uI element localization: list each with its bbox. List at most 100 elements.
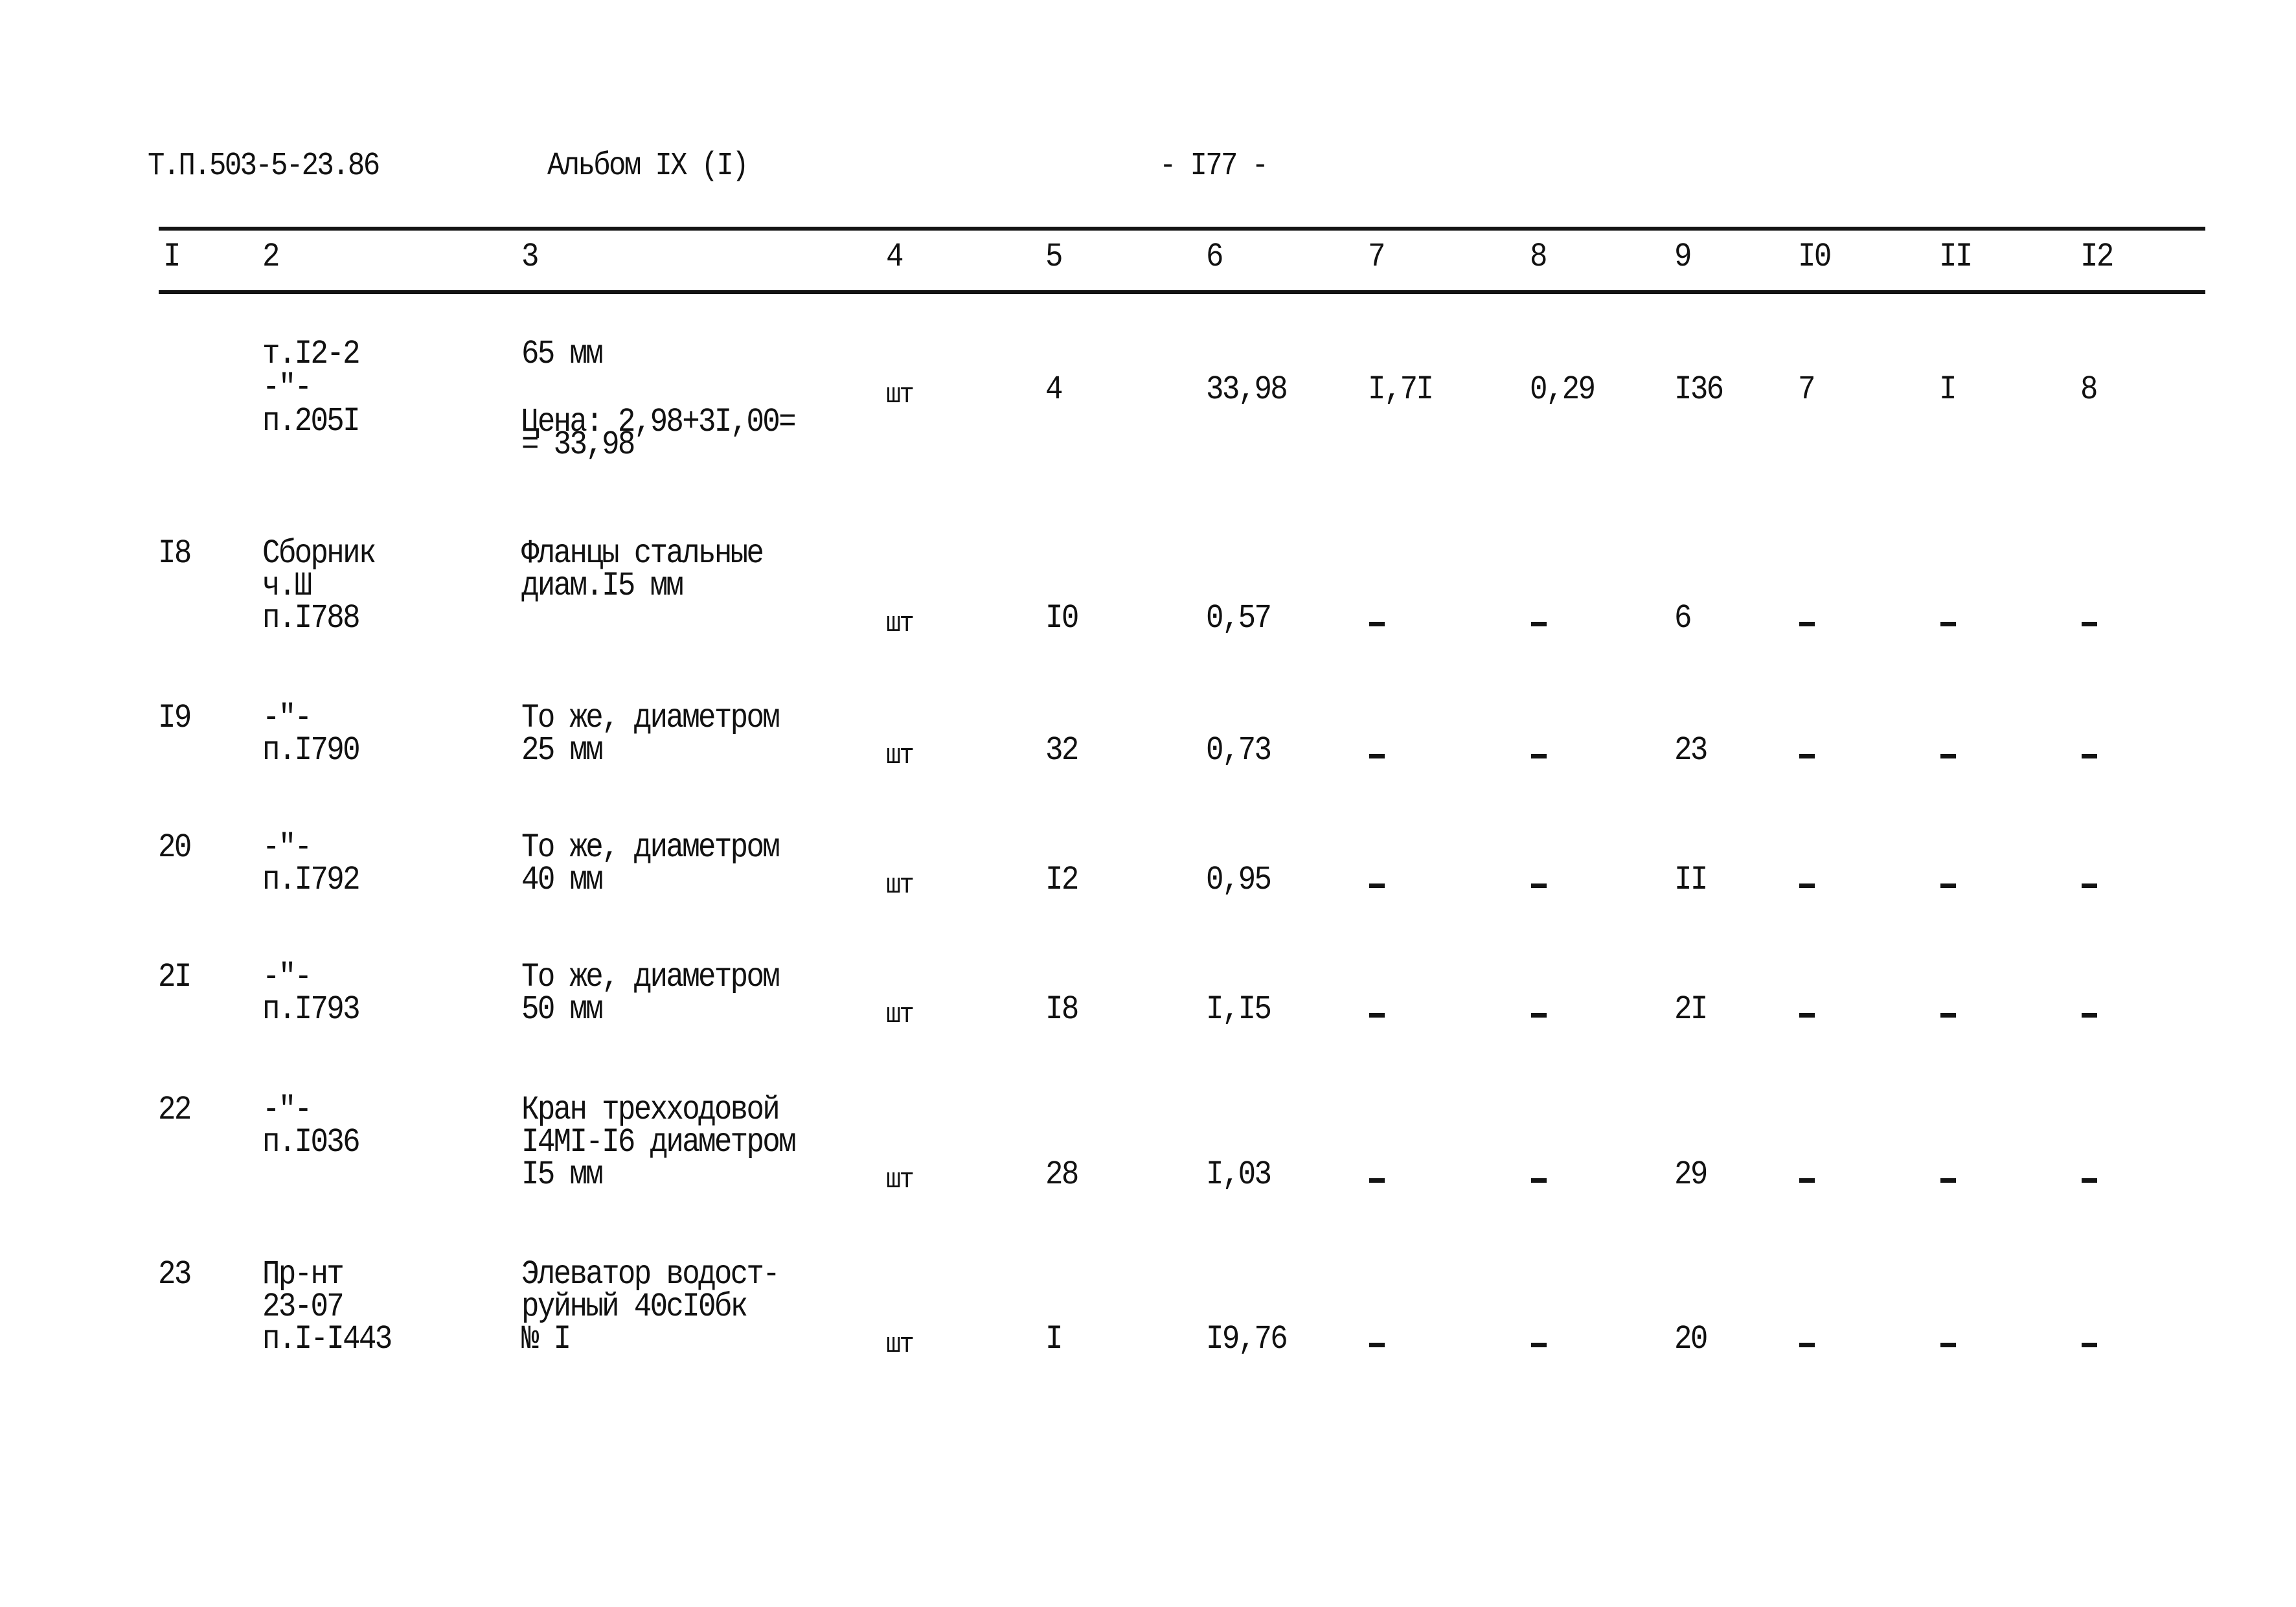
quantity-cell: 4	[1045, 370, 1063, 409]
unit-cell: шт	[886, 999, 915, 1031]
description-line: То же, диаметром	[521, 828, 780, 867]
column-header: 5	[1045, 238, 1063, 276]
description-line: диам.I5 мм	[521, 567, 684, 605]
column-header: I	[163, 238, 181, 276]
col12-cell-dash	[2082, 754, 2097, 758]
col10-cell-dash	[1799, 883, 1815, 888]
description-line: То же, диаметром	[521, 958, 780, 996]
col9-cell: 6	[1674, 599, 1692, 637]
price-cell: 0,95	[1206, 861, 1272, 899]
col7-cell-dash	[1369, 1343, 1385, 1347]
col8-cell-dash	[1531, 883, 1547, 888]
description-line: 65 мм	[521, 335, 604, 373]
col7-cell-dash	[1369, 1178, 1385, 1183]
col11-cell-dash	[1940, 1178, 1956, 1183]
source-reference-line: п.I036	[262, 1123, 361, 1161]
quantity-cell: I	[1045, 1320, 1063, 1358]
col9-cell: 29	[1674, 1156, 1708, 1194]
row-number: 23	[158, 1255, 192, 1294]
row-number: I9	[158, 699, 192, 737]
column-header: 3	[521, 238, 539, 276]
source-reference-line: -"-	[262, 1091, 312, 1129]
quantity-cell: 32	[1045, 731, 1079, 769]
description-line: руйный 40cI0бк	[521, 1288, 748, 1326]
price-cell: 0,73	[1206, 731, 1272, 769]
source-reference-line: -"-	[262, 958, 312, 996]
col12-cell-dash	[2082, 1178, 2097, 1183]
source-reference-line: п.I788	[262, 599, 361, 637]
column-header: 4	[886, 238, 904, 276]
source-reference-line: Пр-нт	[262, 1255, 345, 1294]
unit-cell: шт	[886, 1328, 915, 1361]
description-line: 40 мм	[521, 861, 604, 899]
col11-cell-dash	[1940, 883, 1956, 888]
description-line: № I	[521, 1320, 571, 1358]
col8-cell-dash	[1531, 1343, 1547, 1347]
col11-cell: I	[1939, 370, 1957, 409]
col9-cell: 2I	[1674, 990, 1708, 1029]
col10-cell: 7	[1798, 370, 1815, 409]
source-reference-line: Сборник	[262, 534, 376, 573]
col7-cell-dash	[1369, 883, 1385, 888]
description-line: I4MI-I6 диаметром	[521, 1123, 797, 1161]
column-header: 2	[262, 238, 280, 276]
price-cell: I,I5	[1206, 990, 1272, 1029]
col8-cell-dash	[1531, 622, 1547, 626]
col10-cell-dash	[1799, 754, 1815, 758]
col8-cell-dash	[1531, 1178, 1547, 1183]
row-number: 20	[158, 828, 192, 867]
source-reference-line: п.I793	[262, 990, 361, 1029]
source-reference-line: п.I-I443	[262, 1320, 392, 1358]
album-title: Альбом IX (I)	[547, 148, 749, 185]
col9-cell: I36	[1674, 370, 1724, 409]
col7-cell: I,7I	[1368, 370, 1434, 409]
col8-cell: 0,29	[1530, 370, 1596, 409]
col11-cell-dash	[1940, 1013, 1956, 1018]
description-line: То же, диаметром	[521, 699, 780, 737]
unit-cell: шт	[886, 740, 915, 772]
column-header: II	[1939, 238, 1973, 276]
description-line: 25 мм	[521, 731, 604, 769]
col8-cell-dash	[1531, 754, 1547, 758]
source-reference-line: т.I2-2	[262, 335, 361, 373]
quantity-cell: I2	[1045, 861, 1079, 899]
col12-cell-dash	[2082, 1343, 2097, 1347]
col7-cell-dash	[1369, 754, 1385, 758]
unit-cell: шт	[886, 379, 915, 411]
source-reference-line: -"-	[262, 369, 312, 407]
price-cell: 33,98	[1206, 370, 1288, 409]
col12-cell-dash	[2082, 622, 2097, 626]
column-header: I0	[1798, 238, 1832, 276]
table-top-rule	[159, 227, 2205, 231]
source-reference-line: -"-	[262, 699, 312, 737]
col12-cell: 8	[2080, 370, 2098, 409]
col9-cell: 20	[1674, 1320, 1708, 1358]
quantity-cell: I0	[1045, 599, 1079, 637]
col10-cell-dash	[1799, 1343, 1815, 1347]
document-code: Т.П.503-5-23.86	[148, 148, 380, 185]
col7-cell-dash	[1369, 1013, 1385, 1018]
description-line: = 33,98	[521, 426, 635, 464]
price-cell: I,03	[1206, 1156, 1272, 1194]
quantity-cell: 28	[1045, 1156, 1079, 1194]
table-header-bottom-rule	[159, 290, 2205, 294]
description-line: I5 мм	[521, 1156, 604, 1194]
col10-cell-dash	[1799, 1013, 1815, 1018]
col12-cell-dash	[2082, 883, 2097, 888]
source-reference-line: 23-07	[262, 1288, 345, 1326]
column-header: 8	[1530, 238, 1547, 276]
unit-cell: шт	[886, 869, 915, 902]
col9-cell: 23	[1674, 731, 1708, 769]
col9-cell: II	[1674, 861, 1708, 899]
row-number: I8	[158, 534, 192, 573]
col11-cell-dash	[1940, 1343, 1956, 1347]
column-header: 9	[1674, 238, 1692, 276]
page-number: - I77 -	[1159, 148, 1269, 185]
quantity-cell: I8	[1045, 990, 1079, 1029]
description-line: Фланцы стальные	[521, 534, 764, 573]
column-header: 6	[1206, 238, 1223, 276]
source-reference-line: -"-	[262, 828, 312, 867]
source-reference-line: ч.Ш	[262, 567, 312, 605]
description-line: 50 мм	[521, 990, 604, 1029]
source-reference-line: п.205I	[262, 402, 361, 440]
